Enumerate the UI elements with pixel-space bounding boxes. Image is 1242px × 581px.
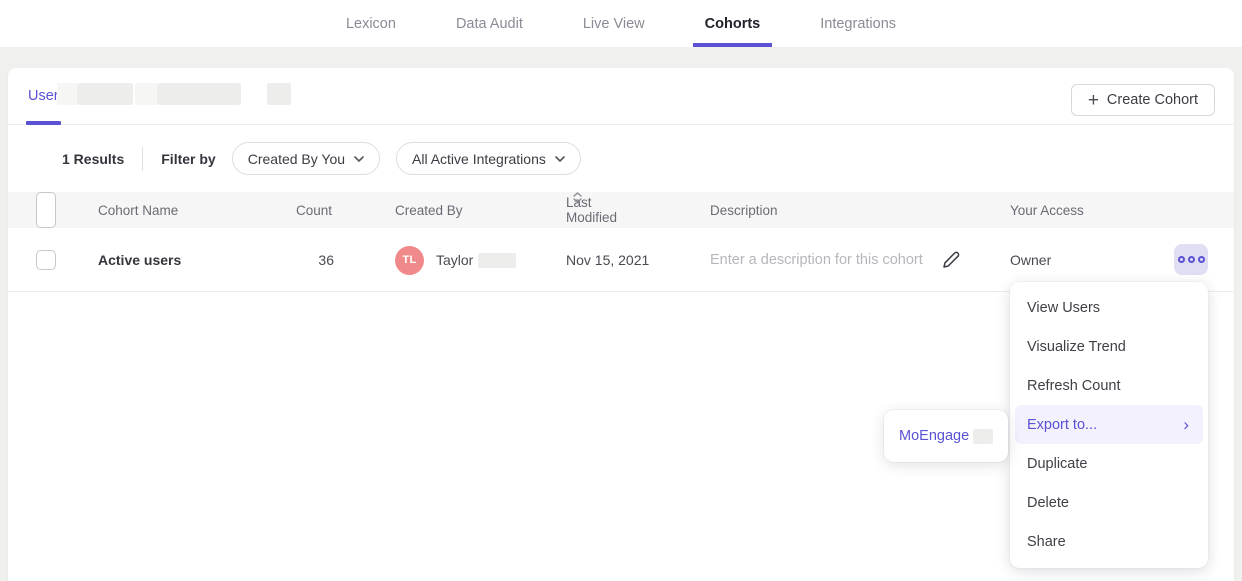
header-your-access: Your Access <box>1010 192 1084 228</box>
redacted-text <box>57 83 77 105</box>
avatar: TL <box>395 246 424 275</box>
menu-item-refresh-count[interactable]: Refresh Count <box>1015 366 1203 405</box>
chevron-down-icon <box>555 156 565 162</box>
redacted-text <box>77 83 133 105</box>
create-cohort-label: Create Cohort <box>1107 92 1198 108</box>
edit-pencil-icon[interactable] <box>941 251 960 270</box>
sort-icon[interactable] <box>573 192 582 228</box>
last-modified-date: Nov 15, 2021 <box>566 252 649 268</box>
menu-item-export-to[interactable]: Export to... › <box>1015 405 1203 444</box>
filter-bar: 1 Results Filter by Created By You All A… <box>8 125 1234 192</box>
kebab-dot <box>1198 256 1205 263</box>
redacted-text <box>267 83 291 105</box>
cohort-name[interactable]: Active users <box>98 252 181 268</box>
row-actions-kebab-button[interactable] <box>1174 244 1208 275</box>
row-actions-menu: View Users Visualize Trend Refresh Count… <box>1010 282 1208 568</box>
menu-item-visualize-trend[interactable]: Visualize Trend <box>1015 327 1203 366</box>
header-description: Description <box>710 192 778 228</box>
filter-by-label: Filter by <box>161 151 215 167</box>
top-bar: Lexicon Data Audit Live View Cohorts Int… <box>0 0 1242 47</box>
nav-tab-live-view[interactable]: Live View <box>571 0 657 47</box>
created-by-dropdown[interactable]: Created By You <box>232 142 380 175</box>
kebab-dot <box>1178 256 1185 263</box>
plus-icon: + <box>1088 91 1099 110</box>
nav-tab-lexicon[interactable]: Lexicon <box>334 0 408 47</box>
menu-item-duplicate[interactable]: Duplicate <box>1015 444 1203 483</box>
menu-item-share[interactable]: Share <box>1015 522 1203 561</box>
created-by-dropdown-value: Created By You <box>248 151 345 167</box>
select-all-checkbox[interactable] <box>36 192 56 228</box>
top-nav: Lexicon Data Audit Live View Cohorts Int… <box>0 0 1242 47</box>
table-header: Cohort Name Count Created By Last Modifi… <box>8 192 1234 228</box>
redacted-text <box>135 83 157 105</box>
create-cohort-button[interactable]: + Create Cohort <box>1071 84 1215 116</box>
cohort-count: 36 <box>318 252 334 268</box>
integrations-dropdown-value: All Active Integrations <box>412 151 546 167</box>
header-created-by: Created By <box>395 192 463 228</box>
header-count: Count <box>296 192 332 228</box>
chevron-right-icon: › <box>1183 416 1189 433</box>
redacted-text <box>973 429 993 444</box>
access-level: Owner <box>1010 252 1051 268</box>
row-checkbox[interactable] <box>36 250 56 270</box>
nav-tab-data-audit[interactable]: Data Audit <box>444 0 535 47</box>
divider <box>142 147 143 171</box>
redacted-text <box>478 253 516 268</box>
export-submenu-item-moengage[interactable]: MoEngage <box>884 410 1008 462</box>
cohort-type-tabs: User + Create Cohort <box>8 68 1234 125</box>
results-count: 1 Results <box>62 151 124 167</box>
nav-tab-integrations[interactable]: Integrations <box>808 0 908 47</box>
redacted-tabs <box>57 83 291 105</box>
kebab-dot <box>1188 256 1195 263</box>
header-cohort-name: Cohort Name <box>98 192 178 228</box>
menu-item-delete[interactable]: Delete <box>1015 483 1203 522</box>
description-placeholder[interactable]: Enter a description for this cohort <box>710 252 923 268</box>
menu-item-view-users[interactable]: View Users <box>1015 288 1203 327</box>
integrations-dropdown[interactable]: All Active Integrations <box>396 142 581 175</box>
nav-tab-cohorts[interactable]: Cohorts <box>693 0 773 47</box>
redacted-text <box>157 83 241 105</box>
created-by-name: Taylor <box>436 252 473 268</box>
chevron-down-icon <box>354 156 364 162</box>
